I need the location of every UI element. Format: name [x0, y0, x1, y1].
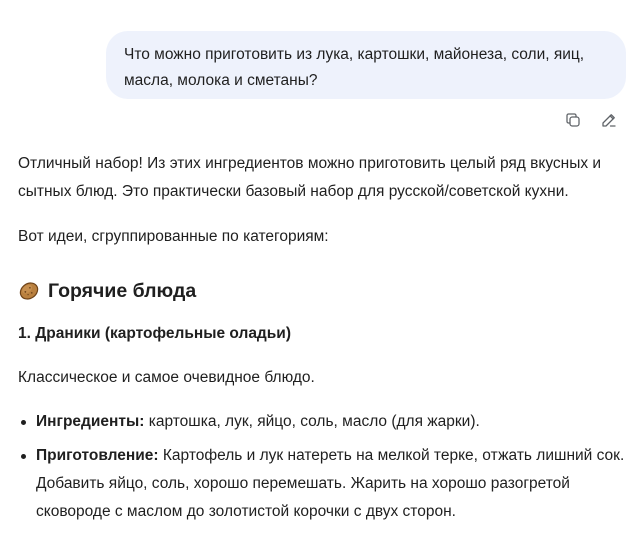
message-actions: [562, 109, 620, 131]
answer-ideas: Вот идеи, сгруппированные по категориям:: [18, 228, 329, 245]
edit-icon: [602, 114, 616, 127]
assistant-answer: Отличный набор! Из этих ингредиентов мож…: [18, 150, 630, 532]
dish-description: Классическое и самое очевидное блюдо.: [18, 369, 315, 386]
dish-details-list: Ингредиенты: картошка, лук, яйцо, соль, …: [18, 408, 630, 526]
list-item: Приготовление: Картофель и лук натереть …: [18, 442, 630, 526]
user-message-bubble: Что можно приготовить из лука, картошки,…: [106, 31, 626, 99]
detail-label: Ингредиенты:: [36, 413, 145, 430]
answer-intro: Отличный набор! Из этих ингредиентов мож…: [18, 155, 602, 200]
user-message-text: Что можно приготовить из лука, картошки,…: [124, 46, 585, 89]
dish-title: 1. Драники (картофельные оладьи): [18, 325, 291, 342]
section-title: Горячие блюда: [48, 280, 197, 302]
copy-icon: [566, 113, 580, 127]
detail-text: картошка, лук, яйцо, соль, масло (для жа…: [144, 413, 480, 430]
list-item: Ингредиенты: картошка, лук, яйцо, соль, …: [18, 408, 630, 436]
copy-button[interactable]: [562, 109, 584, 131]
potato-icon: [19, 282, 39, 300]
detail-label: Приготовление:: [36, 447, 159, 464]
section-heading: Горячие блюда: [18, 276, 630, 306]
edit-button[interactable]: [598, 109, 620, 131]
